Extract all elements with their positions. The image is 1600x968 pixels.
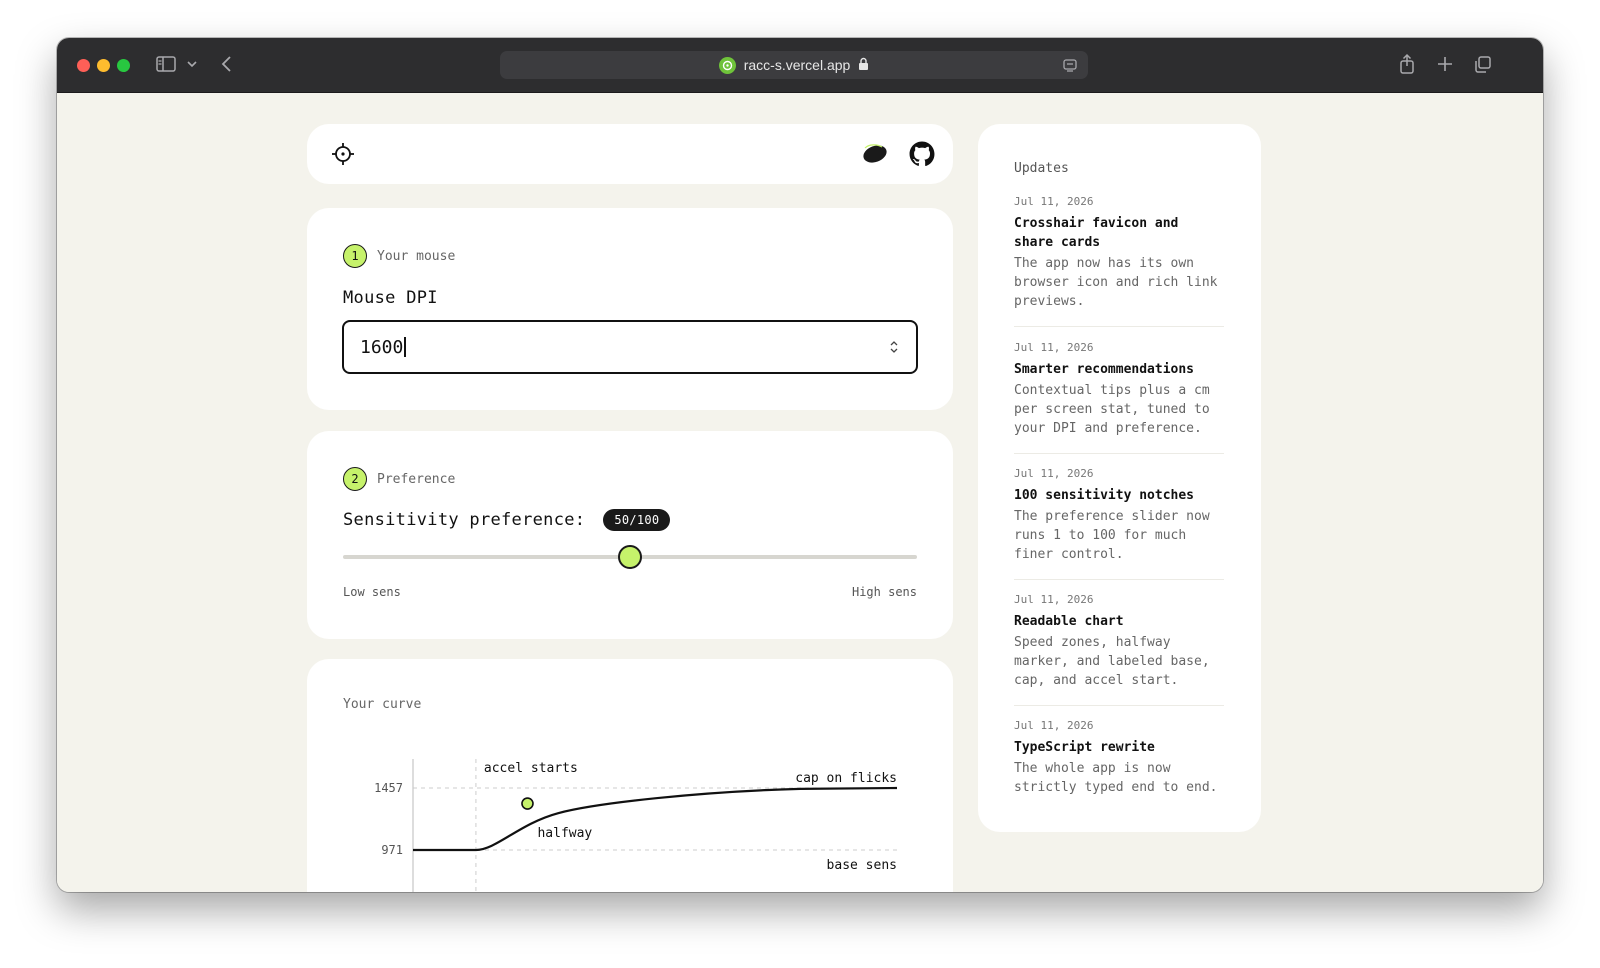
crosshair-logo-icon[interactable] <box>331 142 355 170</box>
sensitivity-preference-label: Sensitivity preference: <box>343 510 586 530</box>
update-date: Jul 11, 2026 <box>1014 195 1094 208</box>
step-2-badge: 2 <box>343 467 367 491</box>
back-icon[interactable] <box>219 53 235 79</box>
url-text: racc-s.vercel.app <box>743 57 851 73</box>
y-tick-label: 971 <box>381 843 403 857</box>
update-title: Crosshair favicon and share cards <box>1014 216 1179 250</box>
update-description: The preference slider now runs 1 to 100 … <box>1014 509 1210 562</box>
update-title: Readable chart <box>1014 614 1124 629</box>
maximize-window-button[interactable] <box>117 59 130 72</box>
sensitivity-preference-row: Sensitivity preference: 50/100 <box>343 509 671 531</box>
curve-card: Your curve 1457 971 accel starts cap on fli… <box>307 659 953 892</box>
update-divider <box>1014 453 1224 454</box>
update-description: The app now has its own browser icon and… <box>1014 256 1218 309</box>
update-title: 100 sensitivity notches <box>1014 488 1195 503</box>
sidebar-toggle-icon[interactable] <box>155 53 177 79</box>
close-window-button[interactable] <box>77 59 90 72</box>
new-tab-icon[interactable] <box>1435 53 1455 79</box>
update-item: Jul 11, 2026 100 sensitivity notches The… <box>1014 467 1224 564</box>
top-nav-bar <box>307 124 953 184</box>
halfway-label: halfway <box>537 826 592 841</box>
preference-value-badge: 50/100 <box>603 509 671 531</box>
high-sens-label: High sens <box>851 585 917 599</box>
update-date: Jul 11, 2026 <box>1014 341 1094 354</box>
accel-starts-label: accel starts <box>484 761 578 776</box>
update-item: Jul 11, 2026 Crosshair favicon and share… <box>1014 195 1224 311</box>
base-sens-label: base sens <box>827 858 897 873</box>
update-date: Jul 11, 2026 <box>1014 593 1094 606</box>
halfway-marker <box>521 797 534 810</box>
minimize-window-button[interactable] <box>97 59 110 72</box>
chevron-down-icon[interactable] <box>185 53 199 79</box>
y-tick-label: 1457 <box>374 781 403 795</box>
site-favicon-icon <box>718 56 736 74</box>
step-1-header: 1 Your mouse <box>343 244 455 268</box>
step-2-header: 2 Preference <box>343 467 455 491</box>
low-sens-label: Low sens <box>343 585 401 599</box>
update-description: The whole app is now strictly typed end … <box>1014 761 1218 795</box>
reader-icon[interactable] <box>1062 57 1078 76</box>
preference-card: 2 Preference Sensitivity preference: 50/1… <box>307 431 953 639</box>
update-divider <box>1014 579 1224 580</box>
cap-label: cap on flicks <box>795 771 897 786</box>
browser-window: racc-s.vercel.app 1 Your mouse Mouse DPI… <box>57 38 1543 892</box>
curve-chart: 1457 971 accel starts cap on flicks halfway b… <box>374 759 898 892</box>
mouse-icon[interactable] <box>860 140 890 170</box>
preference-slider-thumb[interactable] <box>618 545 642 569</box>
update-description: Speed zones, halfway marker, and labeled… <box>1014 635 1210 688</box>
share-icon[interactable] <box>1397 53 1417 79</box>
updates-heading: Updates <box>1014 161 1069 176</box>
update-date: Jul 11, 2026 <box>1014 467 1094 480</box>
step-1-badge: 1 <box>343 244 367 268</box>
github-icon[interactable] <box>909 141 935 171</box>
number-stepper-icon[interactable] <box>888 339 900 360</box>
mouse-card: 1 Your mouse Mouse DPI 1600 <box>307 208 953 410</box>
update-item: Jul 11, 2026 TypeScript rewrite The whol… <box>1014 719 1224 797</box>
tab-overview-icon[interactable] <box>1473 53 1493 79</box>
update-item: Jul 11, 2026 Readable chart Speed zones,… <box>1014 593 1224 690</box>
mouse-dpi-input[interactable]: 1600 <box>342 320 918 374</box>
update-description: Contextual tips plus a cm per screen sta… <box>1014 383 1210 436</box>
update-divider <box>1014 705 1224 706</box>
lock-icon <box>858 57 869 74</box>
dpi-value: 1600 <box>360 336 404 358</box>
text-caret <box>404 337 407 357</box>
update-title: Smarter recommendations <box>1014 362 1195 377</box>
update-item: Jul 11, 2026 Smarter recommendations Con… <box>1014 341 1224 438</box>
mouse-dpi-label: Mouse DPI <box>343 288 438 308</box>
updates-panel: Updates Jul 11, 2026 Crosshair favicon a… <box>978 124 1261 832</box>
address-bar[interactable]: racc-s.vercel.app <box>500 51 1088 79</box>
browser-toolbar: racc-s.vercel.app <box>57 38 1543 93</box>
step-1-label: Your mouse <box>377 248 456 264</box>
curve-line <box>413 786 898 852</box>
update-title: TypeScript rewrite <box>1014 740 1155 755</box>
page-content: 1 Your mouse Mouse DPI 1600 2 Preference… <box>57 93 1543 892</box>
update-divider <box>1014 326 1224 327</box>
update-date: Jul 11, 2026 <box>1014 719 1094 732</box>
step-2-label: Preference <box>377 471 456 487</box>
